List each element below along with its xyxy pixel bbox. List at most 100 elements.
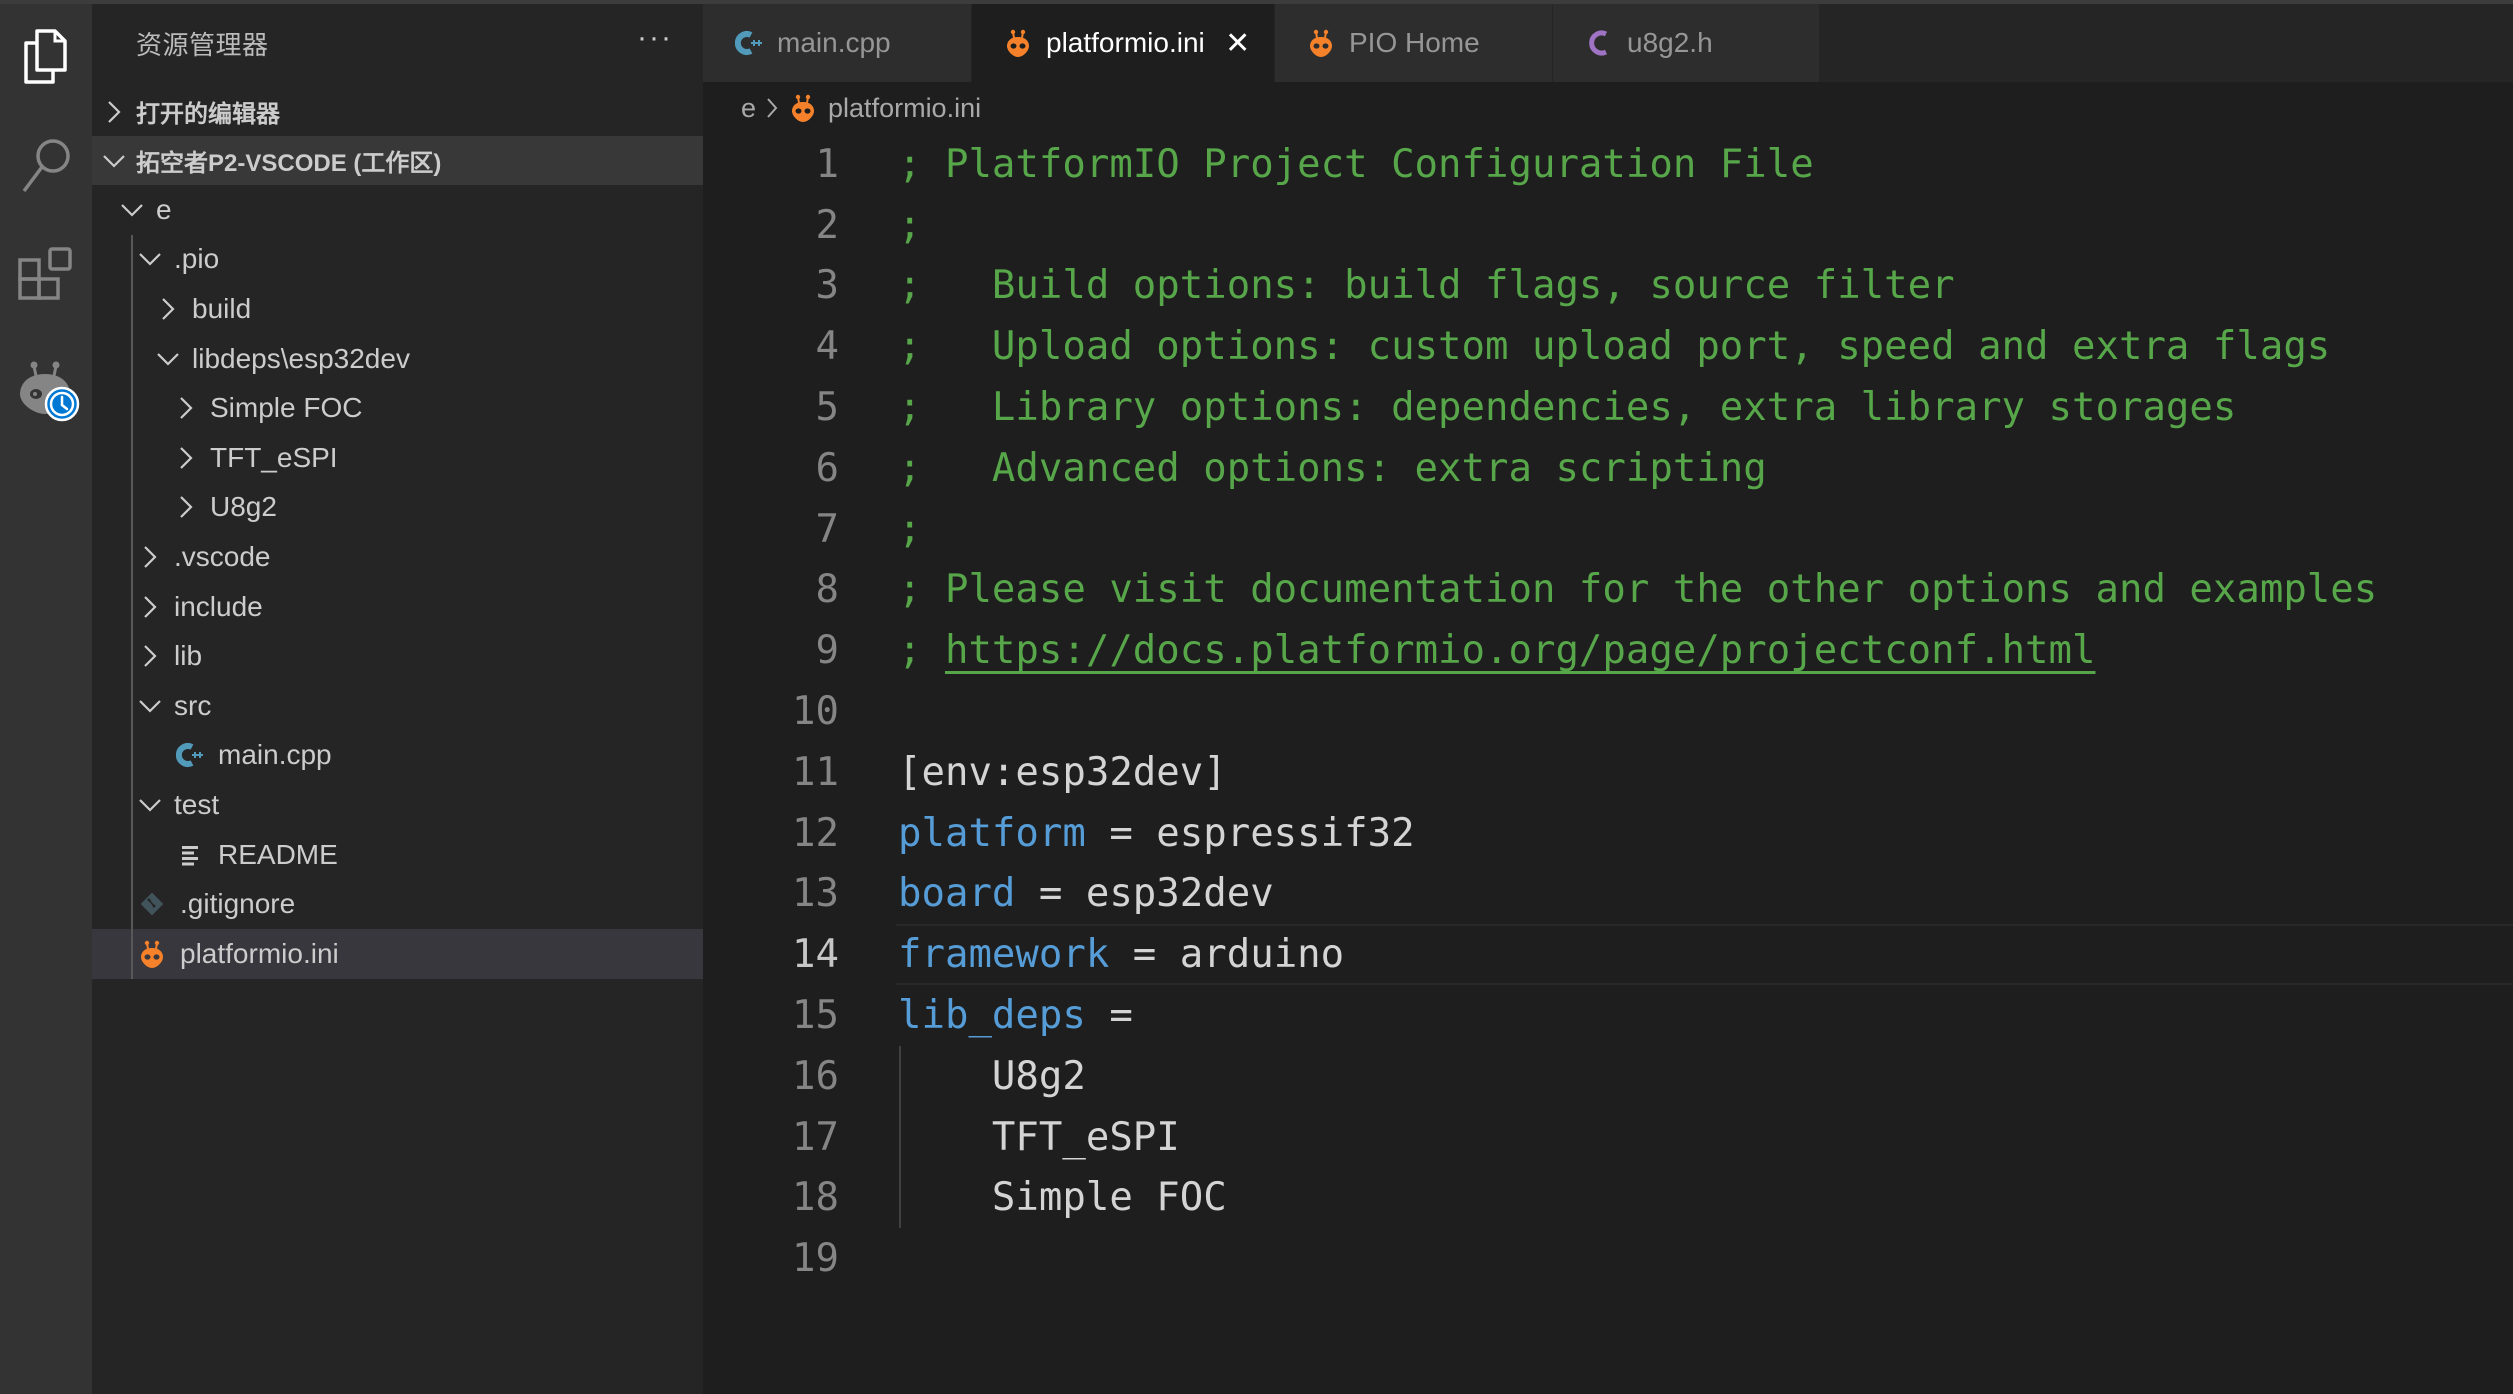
code-line[interactable]: 16 U8g2 <box>703 1046 2513 1107</box>
tree-item-label: src <box>174 689 212 721</box>
code-line[interactable]: 19 <box>703 1228 2513 1289</box>
tree-folder[interactable]: Simple FOC <box>92 383 703 433</box>
more-actions-button[interactable]: ··· <box>637 23 673 63</box>
line-number: 18 <box>792 1175 839 1221</box>
comment: ; <box>898 202 922 248</box>
tree-folder[interactable]: include <box>92 582 703 632</box>
chevron-right-icon <box>138 545 162 569</box>
tree-folder[interactable]: U8g2 <box>92 483 703 533</box>
tab-main-cpp[interactable]: main.cpp <box>703 4 972 82</box>
chevron-down-icon <box>156 347 180 371</box>
config-value: U8g2 <box>898 1053 1086 1099</box>
tree-folder[interactable]: TFT_eSPI <box>92 433 703 483</box>
tree-item-label: U8g2 <box>210 491 277 523</box>
clock-badge-icon <box>44 386 80 422</box>
code-line[interactable]: 12 platform = espressif32 <box>703 803 2513 864</box>
file-tree: e .pio build libdeps\esp32dev Simple FOC TFT_… <box>92 185 703 979</box>
tree-item-label: e <box>156 193 172 225</box>
tree-folder[interactable]: build <box>92 284 703 334</box>
config-value: = <box>1085 993 1133 1039</box>
tree-folder[interactable]: lib <box>92 631 703 681</box>
activity-search[interactable] <box>0 122 92 210</box>
code-line[interactable]: 2; <box>703 195 2513 256</box>
activity-extensions[interactable] <box>0 232 92 320</box>
tab-platformio-ini[interactable]: platformio.ini ✕ <box>972 4 1275 82</box>
section-open-editors-label: 打开的编辑器 <box>136 101 280 128</box>
code-text: lib_deps = <box>898 993 1133 1038</box>
chevron-right-icon <box>174 446 198 470</box>
code-line[interactable]: 17 TFT_eSPI <box>703 1107 2513 1168</box>
section-workspace-label: 拓空者P2-VSCODE (工作区) <box>136 150 442 177</box>
tree-folder[interactable]: .pio <box>92 235 703 285</box>
tree-folder[interactable]: test <box>92 780 703 830</box>
line-number: 11 <box>792 749 839 795</box>
section-workspace[interactable]: 拓空者P2-VSCODE (工作区) <box>92 136 703 185</box>
code-line[interactable]: 4 ; Upload options: custom upload port, s… <box>703 316 2513 377</box>
tree-item-label: .pio <box>174 243 220 275</box>
tree-file[interactable]: platformio.ini <box>92 928 703 979</box>
line-number: 2 <box>815 202 839 248</box>
tree-file[interactable]: main.cpp <box>92 731 703 781</box>
chevron-right-icon <box>174 495 198 519</box>
activity-explorer[interactable] <box>0 12 92 100</box>
tree-item-label: include <box>174 590 263 622</box>
tree-folder[interactable]: libdeps\esp32dev <box>92 334 703 384</box>
tab-pio-home[interactable]: PIO Home <box>1275 4 1553 82</box>
line-number: 15 <box>792 993 839 1039</box>
breadcrumb-folder[interactable]: e <box>741 93 756 124</box>
code-line[interactable]: 7; <box>703 499 2513 560</box>
line-number: 7 <box>815 506 839 552</box>
line-number: 13 <box>792 871 839 917</box>
code-line[interactable]: 14 framework = arduino <box>703 924 2513 986</box>
close-tab-button[interactable]: ✕ <box>1223 27 1253 60</box>
code-editor[interactable]: 1 ; PlatformIO Project Configuration File… <box>703 134 2513 1394</box>
tree-folder[interactable]: src <box>92 681 703 731</box>
code-line[interactable]: 5 ; Library options: dependencies, extra … <box>703 377 2513 438</box>
code-line[interactable]: 11 [env:esp32dev] <box>703 742 2513 803</box>
platformio-icon <box>788 93 818 123</box>
code-line[interactable]: 10 <box>703 681 2513 742</box>
chevron-right-icon <box>156 297 180 321</box>
code-line[interactable]: 6 ; Advanced options: extra scripting <box>703 438 2513 499</box>
tree-file[interactable]: .gitignore <box>92 879 703 929</box>
chevron-right-icon <box>174 396 198 420</box>
config-value: = arduino <box>1109 932 1345 978</box>
chevron-right-icon <box>138 644 162 668</box>
config-key: lib_deps <box>898 993 1086 1039</box>
config-key: framework <box>898 932 1110 978</box>
tab-u8g2-h[interactable]: u8g2.h <box>1553 4 1820 82</box>
activity-platformio[interactable] <box>0 342 92 430</box>
text-file-icon <box>176 841 204 869</box>
tree-folder[interactable]: e <box>92 185 703 235</box>
code-line[interactable]: 18 Simple FOC <box>703 1168 2513 1229</box>
platformio-icon <box>1002 27 1034 59</box>
line-number: 8 <box>815 567 839 613</box>
code-line[interactable]: 8 ; Please visit documentation for the ot… <box>703 560 2513 621</box>
breadcrumb: e platformio.ini <box>703 82 2513 134</box>
tab-label: u8g2.h <box>1627 27 1713 58</box>
breadcrumb-file[interactable]: platformio.ini <box>828 93 981 124</box>
code-line[interactable]: 15 lib_deps = <box>703 985 2513 1046</box>
section-open-editors[interactable]: 打开的编辑器 <box>92 87 703 136</box>
explorer-sidebar: 资源管理器 ··· 打开的编辑器 拓空者P2-VSCODE (工作区) e .pi… <box>92 4 703 1394</box>
code-text: ; Upload options: custom upload port, sp… <box>898 324 2330 369</box>
tree-item-label: test <box>174 788 220 820</box>
config-value: Simple FOC <box>898 1175 1227 1221</box>
tree-item-label: README <box>218 838 338 870</box>
doc-link[interactable]: https://docs.platformio.org/page/project… <box>945 628 2096 673</box>
code-text: ; Please visit documentation for the oth… <box>898 567 2377 612</box>
code-line[interactable]: 1 ; PlatformIO Project Configuration File <box>703 134 2513 195</box>
platformio-alien-icon <box>14 354 80 422</box>
files-icon <box>21 28 71 84</box>
tree-file[interactable]: README <box>92 830 703 880</box>
line-number: 3 <box>815 263 839 309</box>
code-text: framework = arduino <box>898 932 1344 977</box>
chevron-down-icon <box>138 793 162 817</box>
code-line[interactable]: 9; https://docs.platformio.org/page/proj… <box>703 620 2513 681</box>
comment: ; Upload options: custom upload port, sp… <box>898 324 2331 370</box>
extensions-icon <box>16 246 76 306</box>
indent-guide <box>131 234 133 979</box>
code-line[interactable]: 13 board = esp32dev <box>703 864 2513 925</box>
tree-folder[interactable]: .vscode <box>92 532 703 582</box>
code-line[interactable]: 3 ; Build options: build flags, source fi… <box>703 256 2513 317</box>
